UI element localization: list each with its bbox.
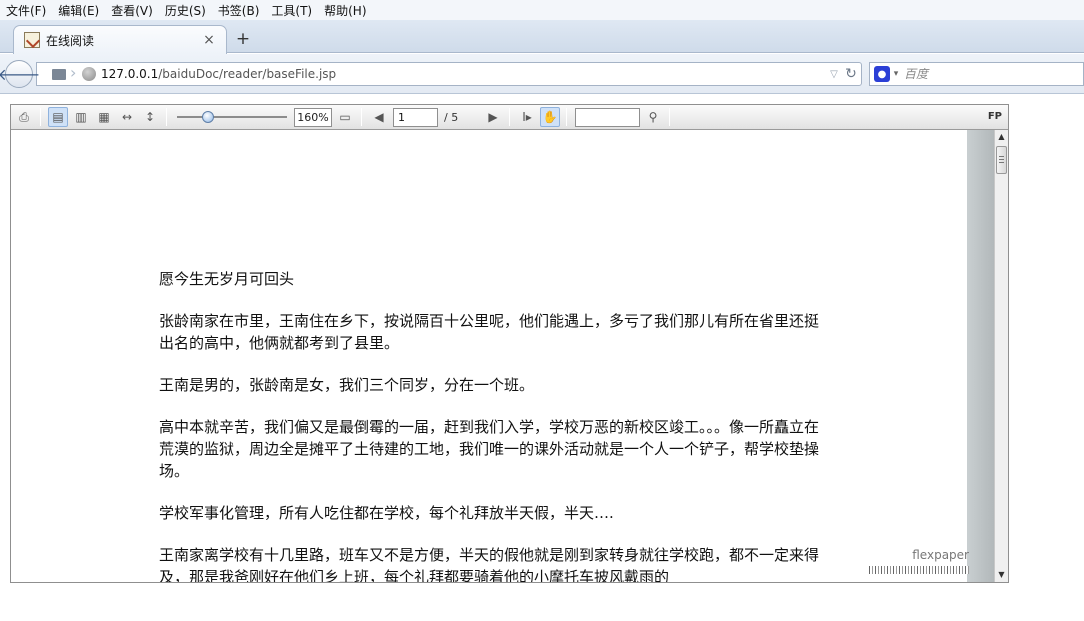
folder-icon xyxy=(52,68,66,80)
scroll-thumb[interactable] xyxy=(996,146,1007,174)
hand-tool-icon[interactable]: ✋ xyxy=(540,107,560,127)
document-search-input[interactable] xyxy=(575,107,640,127)
document-paragraph: 王南家离学校有十几里路，班车又不是方便，半天的假他就是刚到家转身就往学校跑，都不… xyxy=(159,546,820,582)
tab-online-reading[interactable]: 在线阅读 × xyxy=(13,25,227,54)
menu-help[interactable]: 帮助(H) xyxy=(318,2,372,19)
document-paragraph: 张龄南家在市里，王南住在乡下，按说隔百十公里呢，他们能遇上，多亏了我们那儿有所在… xyxy=(159,312,820,352)
favicon-icon xyxy=(24,32,40,48)
search-icon[interactable]: ⚲ xyxy=(643,107,663,127)
url-bar[interactable]: › 127.0.0.1/baiduDoc/reader/baseFile.jsp… xyxy=(36,62,862,86)
menu-tools[interactable]: 工具(T) xyxy=(265,2,318,19)
document-paragraph: 王南是男的，张龄南是女，我们三个同岁，分在一个班。 xyxy=(159,376,535,394)
new-tab-button[interactable]: + xyxy=(234,29,252,49)
toolbar-divider xyxy=(566,108,567,126)
text-select-icon[interactable]: I▸ xyxy=(517,107,537,127)
history-button[interactable] xyxy=(48,63,70,85)
tab-strip: 在线阅读 × + xyxy=(0,20,1084,54)
fp-logo: FP xyxy=(987,111,1002,122)
url-text[interactable]: 127.0.0.1/baiduDoc/reader/baseFile.jsp xyxy=(101,67,827,81)
scroll-up-arrow-icon[interactable]: ▲ xyxy=(995,130,1008,144)
back-button[interactable]: 🡐 xyxy=(0,60,40,88)
print-icon[interactable]: ⎙ xyxy=(14,107,34,127)
document-area[interactable]: 愿今生无岁月可回头 张龄南家在市里，王南住在乡下，按说隔百十公里呢，他们能遇上，… xyxy=(11,130,994,582)
next-page-icon[interactable]: ▶ xyxy=(483,107,503,127)
globe-icon xyxy=(82,67,96,81)
toolbar-divider xyxy=(669,108,670,126)
document-title: 愿今生无岁月可回头 xyxy=(159,270,295,288)
fit-height-icon[interactable]: ↕ xyxy=(140,107,160,127)
menu-edit[interactable]: 编辑(E) xyxy=(52,2,105,19)
document-viewer: ⎙ ▤ ▥ ▦ ↔ ↕ 160% ▭ ◀ 1 / 5 ▶ I▸ ✋ ⚲ FP 愿… xyxy=(10,104,1009,583)
toolbar-divider xyxy=(40,108,41,126)
fit-width-icon[interactable]: ↔ xyxy=(117,107,137,127)
zoom-slider-thumb[interactable] xyxy=(202,111,214,123)
url-path: /baiduDoc/reader/baseFile.jsp xyxy=(158,67,337,81)
thumbnail-view-icon[interactable]: ▦ xyxy=(94,107,114,127)
menu-view[interactable]: 查看(V) xyxy=(105,2,159,19)
document-text: 愿今生无岁月可回头 张龄南家在市里，王南住在乡下，按说隔百十公里呢，他们能遇上，… xyxy=(159,268,829,582)
toolbar-divider xyxy=(509,108,510,126)
document-page: 愿今生无岁月可回头 张龄南家在市里，王南住在乡下，按说隔百十公里呢，他们能遇上，… xyxy=(11,130,967,582)
reload-icon[interactable]: ↻ xyxy=(841,66,861,82)
menu-bookmarks[interactable]: 书签(B) xyxy=(212,2,266,19)
single-page-icon[interactable]: ▤ xyxy=(48,107,68,127)
viewer-toolbar: ⎙ ▤ ▥ ▦ ↔ ↕ 160% ▭ ◀ 1 / 5 ▶ I▸ ✋ ⚲ FP xyxy=(11,105,1008,130)
chevron-right-icon: › xyxy=(70,63,77,82)
baidu-paw-icon[interactable]: ● xyxy=(874,66,890,82)
brand-barcode-graphic xyxy=(869,566,969,574)
page-edge-shadow xyxy=(967,130,994,582)
url-host: 127.0.0.1 xyxy=(101,67,159,81)
arrow-left-icon: 🡐 xyxy=(0,65,41,84)
page-number-input[interactable]: 1 xyxy=(393,107,438,127)
previous-page-icon[interactable]: ◀ xyxy=(369,107,389,127)
search-input[interactable] xyxy=(904,67,1074,81)
engine-dropdown-icon[interactable]: ▾ xyxy=(890,69,902,79)
page-total: / 5 xyxy=(444,110,459,124)
fullscreen-icon[interactable]: ▭ xyxy=(335,107,355,127)
document-paragraph: 学校军事化管理，所有人吃住都在学校，每个礼拜放半天假，半天…. xyxy=(159,504,614,522)
toolbar-divider xyxy=(166,108,167,126)
vertical-scrollbar[interactable]: ▲ ▼ xyxy=(994,130,1008,582)
zoom-slider[interactable] xyxy=(177,111,287,123)
menu-file[interactable]: 文件(F) xyxy=(0,2,52,19)
zoom-level[interactable]: 160% xyxy=(294,107,332,127)
grip-icon xyxy=(999,156,1004,164)
scroll-down-arrow-icon[interactable]: ▼ xyxy=(995,568,1008,582)
menu-history[interactable]: 历史(S) xyxy=(159,2,212,19)
flexpaper-brand: flexpaper xyxy=(912,548,969,562)
document-paragraph: 高中本就辛苦，我们偏又是最倒霉的一届，赶到我们入学，学校万恶的新校区竣工。。。像… xyxy=(159,418,820,480)
search-bar[interactable]: ● ▾ xyxy=(869,62,1084,86)
toolbar-divider xyxy=(361,108,362,126)
zoom-slider-track xyxy=(177,116,287,118)
menu-bar: 文件(F) 编辑(E) 查看(V) 历史(S) 书签(B) 工具(T) 帮助(H… xyxy=(0,0,1084,20)
navigation-bar: › 127.0.0.1/baiduDoc/reader/baseFile.jsp… xyxy=(0,54,1084,94)
url-dropdown-icon[interactable]: ▽ xyxy=(827,69,841,80)
two-page-icon[interactable]: ▥ xyxy=(71,107,91,127)
close-tab-icon[interactable]: × xyxy=(202,32,216,48)
tab-title: 在线阅读 xyxy=(46,33,95,48)
